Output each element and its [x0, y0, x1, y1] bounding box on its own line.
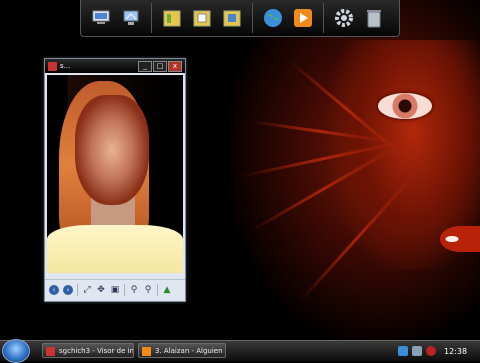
viewer-toolbar: ‹ › ⤢ ✥ ▣ ⚲ ⚲ ▲	[45, 279, 185, 299]
photo-shirt	[47, 225, 183, 273]
photo-face	[75, 95, 149, 205]
wallpaper-lips	[440, 226, 480, 252]
taskbar-item-label: 3. Alaizan - Alguien N...	[155, 347, 225, 355]
taskbar-item-media-player[interactable]: 3. Alaizan - Alguien N...	[138, 343, 226, 358]
recycle-bin-icon[interactable]	[363, 7, 385, 29]
viewer-app-icon	[48, 61, 57, 71]
viewer-title: s...	[60, 62, 71, 70]
network-icon[interactable]	[120, 7, 142, 29]
maximize-button[interactable]: □	[153, 60, 167, 72]
top-dock	[80, 0, 400, 37]
my-computer-icon[interactable]	[90, 7, 112, 29]
taskbar-item-image-viewer[interactable]: sgchich3 - Visor de imá...	[42, 343, 134, 358]
start-button[interactable]	[2, 339, 30, 363]
close-button[interactable]: x	[168, 60, 182, 72]
zoom-in-icon[interactable]: ⚲	[129, 285, 139, 295]
system-tray: 12:38	[394, 341, 480, 361]
fit-icon[interactable]: ⤢	[82, 285, 92, 295]
slideshow-icon[interactable]: ▣	[110, 285, 120, 295]
taskbar: sgchich3 - Visor de imá... 3. Alaizan - …	[0, 339, 480, 363]
tray-network-icon[interactable]	[398, 346, 408, 356]
back-icon[interactable]: ‹	[49, 284, 59, 295]
settings-gear-icon[interactable]	[333, 7, 355, 29]
actual-size-icon[interactable]: ✥	[96, 285, 106, 295]
viewer-titlebar[interactable]: s... _ □ x	[45, 59, 185, 73]
internet-globe-icon[interactable]	[262, 7, 284, 29]
image-viewer-window[interactable]: s... _ □ x ‹ › ⤢ ✥ ▣ ⚲ ⚲ ▲	[44, 58, 186, 302]
folder-pictures-icon[interactable]	[191, 7, 213, 29]
folder-music-icon[interactable]	[221, 7, 243, 29]
clock[interactable]: 12:38	[444, 347, 467, 356]
forward-icon[interactable]: ›	[63, 284, 73, 295]
wallpaper-eye	[378, 93, 432, 119]
rotate-icon[interactable]: ▲	[162, 285, 172, 295]
zoom-out-icon[interactable]: ⚲	[143, 285, 153, 295]
tray-power-icon[interactable]	[426, 346, 436, 356]
folder-documents-icon[interactable]	[161, 7, 183, 29]
media-player-icon[interactable]	[292, 7, 314, 29]
taskbar-item-label: sgchich3 - Visor de imá...	[59, 347, 133, 355]
tray-volume-icon[interactable]	[412, 346, 422, 356]
minimize-button[interactable]: _	[138, 60, 152, 72]
image-viewer-icon	[46, 347, 55, 356]
media-player-icon	[142, 347, 151, 356]
displayed-photo	[47, 75, 183, 273]
